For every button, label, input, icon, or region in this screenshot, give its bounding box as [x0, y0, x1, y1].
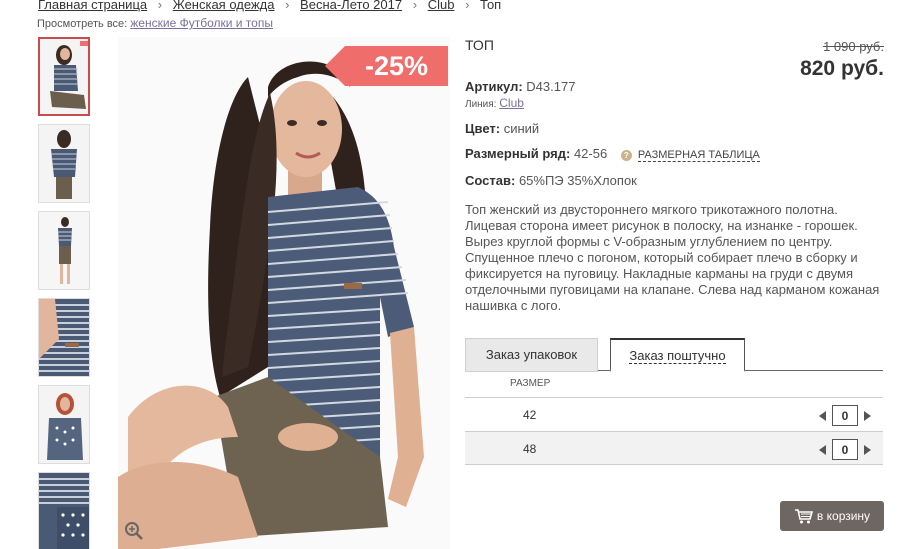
color-row: Цвет: синий [465, 121, 539, 136]
size-range-label: Размерный ряд: [465, 146, 571, 161]
line-row: Линия: Club [465, 96, 524, 110]
add-to-cart-button[interactable]: в корзину [780, 501, 884, 531]
breadcrumb-separator: › [285, 0, 290, 12]
model-illustration [118, 37, 450, 549]
add-to-cart-label: в корзину [816, 509, 871, 523]
view-all: Просмотреть все: женские Футболки и топы [37, 16, 273, 30]
thumbnail[interactable] [38, 298, 90, 377]
breadcrumb-current: Топ [480, 0, 502, 12]
thumbnail[interactable] [38, 211, 90, 290]
thumbnail[interactable] [38, 385, 90, 464]
line-label: Линия: [465, 99, 497, 110]
quantity-stepper [819, 405, 871, 426]
breadcrumb: Главная страница › Женская одежда › Весн… [38, 0, 501, 12]
thumbnail-image [39, 212, 89, 289]
table-row: 48 [465, 431, 883, 465]
breadcrumb-home[interactable]: Главная страница [38, 0, 147, 12]
tab-order-by-piece-label: Заказ поштучно [629, 348, 726, 364]
increase-arrow-icon[interactable] [864, 410, 871, 421]
thumbnail-image [39, 386, 89, 463]
main-product-image[interactable] [118, 37, 450, 549]
article-value: D43.177 [526, 79, 576, 94]
color-value: синий [503, 121, 540, 136]
size-column-header: РАЗМЕР [510, 378, 551, 389]
color-label: Цвет: [465, 121, 501, 136]
quantity-input[interactable] [832, 439, 858, 460]
tab-order-packs[interactable]: Заказ упаковок [465, 338, 598, 372]
decrease-arrow-icon[interactable] [819, 444, 826, 455]
discount-badge: -25% [325, 46, 448, 86]
zoom-icon[interactable] [124, 521, 144, 541]
tab-order-packs-label: Заказ упаковок [485, 347, 578, 362]
thumbnail-image [39, 299, 89, 376]
composition-label: Состав: [465, 173, 516, 188]
old-price: 1 090 руб. [823, 39, 884, 54]
question-icon: ? [620, 150, 632, 161]
line-link[interactable]: Club [499, 96, 524, 110]
breadcrumb-club[interactable]: Club [428, 0, 455, 12]
composition-value: 65%ПЭ 35%Хлопок [518, 173, 637, 188]
thumbnail[interactable] [38, 472, 90, 549]
size-chart-label: РАЗМЕРНАЯ ТАБЛИЦА [637, 149, 760, 162]
size-table: 42 48 [465, 397, 883, 465]
breadcrumb-separator: › [465, 0, 470, 12]
composition-row: Состав: 65%ПЭ 35%Хлопок [465, 173, 637, 188]
tab-order-by-piece[interactable]: Заказ поштучно [610, 338, 745, 372]
size-value: 42 [523, 408, 537, 422]
size-range-value: 42-56 [573, 146, 608, 161]
size-chart-link[interactable]: ? РАЗМЕРНАЯ ТАБЛИЦА [620, 149, 760, 162]
thumbnail-image [39, 125, 89, 202]
table-row: 42 [465, 397, 883, 431]
decrease-arrow-icon[interactable] [819, 410, 826, 421]
thumbnail[interactable] [38, 37, 90, 116]
size-range-row: Размерный ряд: 42-56 ? РАЗМЕРНАЯ ТАБЛИЦА [465, 146, 760, 162]
breadcrumb-separator: › [157, 0, 163, 12]
current-price: 820 руб. [800, 57, 884, 80]
breadcrumb-spring-summer[interactable]: Весна-Лето 2017 [300, 0, 402, 12]
article-row: Артикул: D43.177 [465, 79, 575, 94]
breadcrumb-womens-clothing[interactable]: Женская одежда [173, 0, 275, 12]
thumbnail[interactable] [38, 124, 90, 203]
thumbnail-image [40, 39, 88, 114]
increase-arrow-icon[interactable] [864, 444, 871, 455]
quantity-stepper [819, 439, 871, 460]
breadcrumb-separator: › [412, 0, 418, 12]
view-all-link[interactable]: женские Футболки и топы [130, 16, 273, 30]
thumbnail-image [39, 473, 89, 549]
order-tabs: Заказ упаковок Заказ поштучно [465, 336, 883, 372]
product-title: ТОП [465, 37, 494, 53]
quantity-input[interactable] [832, 405, 858, 426]
article-label: Артикул: [465, 79, 523, 94]
view-all-label: Просмотреть все: [37, 18, 128, 30]
size-value: 48 [523, 442, 537, 456]
product-description: Топ женский из двустороннего мягкого три… [465, 202, 880, 313]
cart-icon [794, 509, 813, 524]
